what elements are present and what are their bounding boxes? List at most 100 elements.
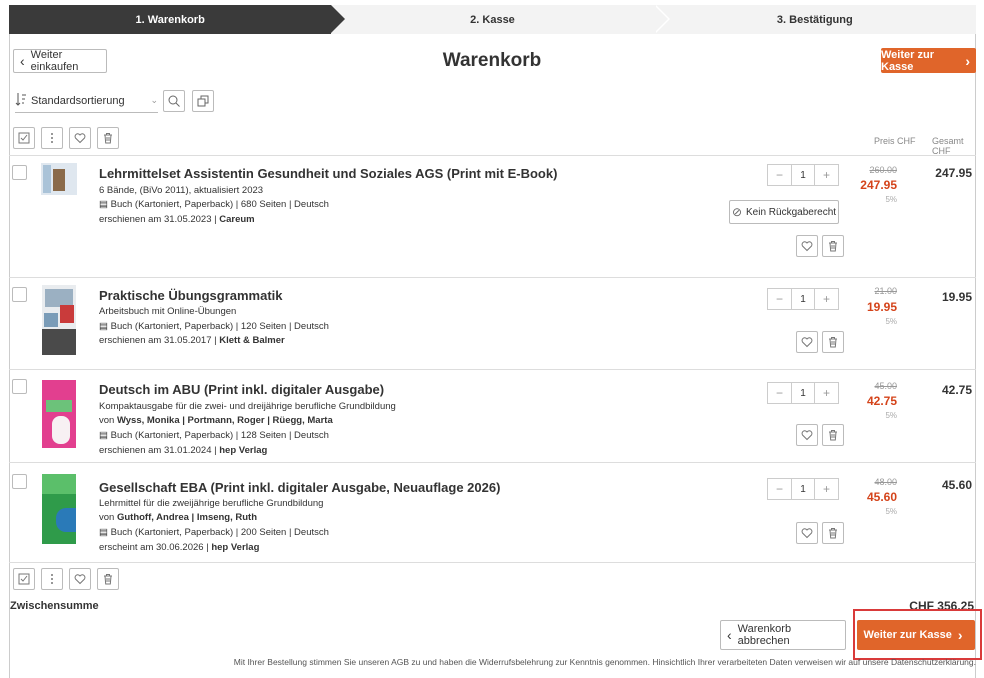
- select-all-button[interactable]: [13, 127, 35, 149]
- old-price: 45.00: [874, 381, 897, 391]
- wishlist-button[interactable]: [796, 235, 818, 257]
- product-format: ▤ Buch (Kartoniert, Paperback) | 120 Sei…: [99, 321, 329, 332]
- minus-icon[interactable]: −: [768, 383, 791, 403]
- remove-item-button[interactable]: [822, 522, 844, 544]
- wishlist-all-button[interactable]: [69, 127, 91, 149]
- minus-icon[interactable]: −: [768, 289, 791, 309]
- publisher[interactable]: Careum: [219, 214, 254, 225]
- checkbox-icon: [18, 573, 30, 585]
- book-icon: ▤: [99, 199, 111, 210]
- line-total: 42.75: [941, 383, 972, 397]
- no-entry-icon: ⊘: [731, 205, 742, 219]
- discount: 5%: [885, 411, 897, 420]
- item-checkbox[interactable]: [12, 474, 27, 489]
- more-options-button[interactable]: [41, 127, 63, 149]
- more-options-button[interactable]: [41, 568, 63, 590]
- remove-item-button[interactable]: [822, 235, 844, 257]
- chevron-right-icon: ›: [965, 52, 970, 69]
- discount: 5%: [885, 507, 897, 516]
- trash-icon: [829, 337, 837, 348]
- heart-icon: [74, 574, 86, 585]
- minus-icon[interactable]: −: [768, 479, 791, 499]
- old-price: 21.00: [874, 286, 897, 296]
- product-title[interactable]: Deutsch im ABU (Print inkl. digitaler Au…: [99, 382, 384, 397]
- product-release: erscheint am 30.06.2026 | hep Verlag: [99, 542, 259, 553]
- product-cover-image[interactable]: [42, 474, 76, 544]
- page-title: Warenkorb: [442, 50, 542, 71]
- select-all-button[interactable]: [13, 568, 35, 590]
- quantity-value[interactable]: 1: [791, 479, 815, 499]
- checkbox-icon: [18, 132, 30, 144]
- cancel-cart-button[interactable]: ‹ Warenkorb abbrechen: [720, 620, 846, 650]
- publisher[interactable]: Klett & Balmer: [219, 335, 284, 346]
- wishlist-button[interactable]: [796, 331, 818, 353]
- chevron-down-icon: ⌄: [150, 95, 158, 105]
- product-title[interactable]: Praktische Übungsgrammatik: [99, 288, 283, 303]
- remove-item-button[interactable]: [822, 331, 844, 353]
- wishlist-button[interactable]: [796, 522, 818, 544]
- sort-select[interactable]: Standardsortierung ⌄: [15, 89, 158, 113]
- trash-icon: [104, 574, 112, 585]
- wishlist-button[interactable]: [796, 424, 818, 446]
- focus-highlight: [853, 609, 982, 660]
- product-format-text: Buch (Kartoniert, Paperback) | 680 Seite…: [110, 199, 329, 210]
- divider: [9, 562, 976, 563]
- trash-icon: [829, 528, 837, 539]
- current-price: 247.95: [860, 178, 897, 192]
- product-subtitle: Kompaktausgabe für die zwei- und dreijäh…: [99, 401, 396, 412]
- copy-cart-button[interactable]: [192, 90, 214, 112]
- cart-item: Gesellschaft EBA (Print inkl. digitaler …: [9, 462, 976, 562]
- search-button[interactable]: [163, 90, 185, 112]
- product-release: erschienen am 31.05.2023 | Careum: [99, 214, 255, 225]
- heart-icon: [801, 241, 813, 252]
- copy-icon: [197, 95, 209, 107]
- product-cover-image[interactable]: [42, 380, 76, 448]
- cart-item: Deutsch im ABU (Print inkl. digitaler Au…: [9, 369, 976, 462]
- product-subtitle: Lehrmittel für die zweijährige beruflich…: [99, 498, 324, 509]
- checkout-button-top[interactable]: Weiter zur Kasse ›: [881, 48, 976, 73]
- price-column-header: Preis CHF: [874, 136, 916, 146]
- total-column-header: Gesamt CHF: [932, 136, 964, 156]
- more-vertical-icon: [51, 574, 53, 584]
- publisher[interactable]: hep Verlag: [211, 542, 259, 553]
- item-checkbox[interactable]: [12, 379, 27, 394]
- cancel-cart-label: Warenkorb abbrechen: [737, 623, 792, 647]
- product-title[interactable]: Lehrmittelset Assistentin Gesundheit und…: [99, 166, 557, 181]
- product-authors: von Wyss, Monika | Portmann, Roger | Rüe…: [99, 415, 333, 426]
- plus-icon[interactable]: +: [815, 479, 838, 499]
- minus-icon[interactable]: −: [768, 165, 791, 185]
- item-checkbox[interactable]: [12, 165, 27, 180]
- publisher[interactable]: hep Verlag: [219, 445, 267, 456]
- authors[interactable]: Wyss, Monika | Portmann, Roger | Rüegg, …: [117, 415, 333, 426]
- authors[interactable]: Guthoff, Andrea | Imseng, Ruth: [117, 512, 257, 523]
- product-cover-image[interactable]: [42, 285, 76, 355]
- discount: 5%: [885, 317, 897, 326]
- quantity-value[interactable]: 1: [791, 165, 815, 185]
- delete-all-button[interactable]: [97, 127, 119, 149]
- checkout-steps: 1. Warenkorb 2. Kasse 3. Bestätigung: [9, 5, 976, 34]
- plus-icon[interactable]: +: [815, 383, 838, 403]
- remove-item-button[interactable]: [822, 424, 844, 446]
- plus-icon[interactable]: +: [815, 165, 838, 185]
- legal-notice: Mit Ihrer Bestellung stimmen Sie unseren…: [233, 657, 976, 667]
- step-confirmation: 3. Bestätigung: [653, 5, 976, 34]
- quantity-value[interactable]: 1: [791, 383, 815, 403]
- plus-icon[interactable]: +: [815, 289, 838, 309]
- quantity-stepper: − 1 +: [767, 478, 839, 500]
- product-format-text: Buch (Kartoniert, Paperback) | 200 Seite…: [110, 527, 329, 538]
- product-format: ▤ Buch (Kartoniert, Paperback) | 128 Sei…: [99, 430, 329, 441]
- wishlist-all-button[interactable]: [69, 568, 91, 590]
- line-total: 19.95: [941, 290, 972, 304]
- current-price: 42.75: [866, 394, 897, 408]
- step-checkout: 2. Kasse: [331, 5, 671, 34]
- quantity-value[interactable]: 1: [791, 289, 815, 309]
- heart-icon: [801, 528, 813, 539]
- product-title[interactable]: Gesellschaft EBA (Print inkl. digitaler …: [99, 480, 500, 495]
- product-cover-image[interactable]: [41, 163, 77, 195]
- book-icon: ▤: [99, 321, 111, 332]
- delete-all-button[interactable]: [97, 568, 119, 590]
- item-checkbox[interactable]: [12, 287, 27, 302]
- book-icon: ▤: [99, 527, 111, 538]
- quantity-stepper: − 1 +: [767, 164, 839, 186]
- trash-icon: [829, 430, 837, 441]
